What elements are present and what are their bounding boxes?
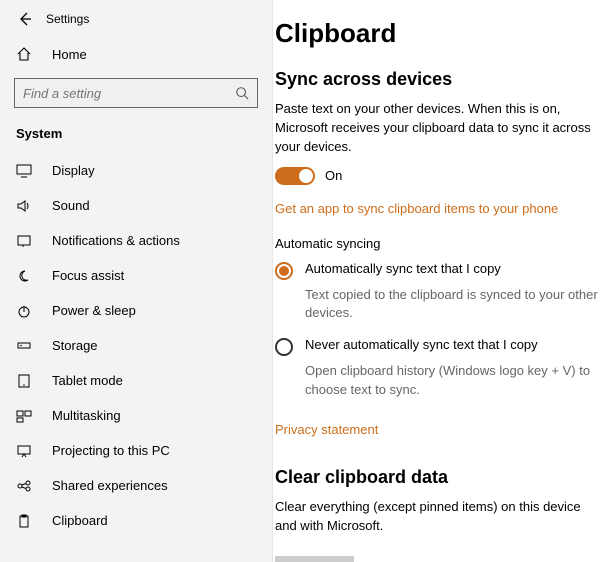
radio-label: Never automatically sync text that I cop… (305, 337, 600, 352)
tablet-icon (16, 374, 36, 388)
privacy-link[interactable]: Privacy statement (275, 422, 378, 437)
clear-heading: Clear clipboard data (275, 467, 600, 488)
sidebar-item-storage[interactable]: Storage (0, 328, 272, 363)
sidebar-item-label: Multitasking (52, 408, 121, 423)
main-content: Clipboard Sync across devices Paste text… (273, 0, 600, 562)
clear-button[interactable]: Clear (275, 556, 354, 562)
sidebar-item-display[interactable]: Display (0, 153, 272, 188)
page-title: Clipboard (275, 18, 600, 49)
search-icon (235, 86, 249, 100)
sidebar-item-notifications[interactable]: Notifications & actions (0, 223, 272, 258)
sidebar-item-label: Projecting to this PC (52, 443, 170, 458)
sync-toggle[interactable] (275, 167, 315, 185)
sidebar-item-label: Tablet mode (52, 373, 123, 388)
display-icon (16, 164, 36, 178)
projecting-icon (16, 444, 36, 458)
multitasking-icon (16, 409, 36, 423)
sidebar-item-clipboard[interactable]: Clipboard (0, 503, 272, 538)
sidebar-item-label: Power & sleep (52, 303, 136, 318)
sidebar-item-label: Sound (52, 198, 90, 213)
auto-sync-radio-group: Automatically sync text that I copy Text… (275, 261, 600, 400)
radio-desc: Text copied to the clipboard is synced t… (305, 286, 600, 324)
sidebar-item-label: Storage (52, 338, 98, 353)
radio-indicator (275, 338, 293, 356)
home-icon (16, 46, 36, 62)
sidebar-item-power-sleep[interactable]: Power & sleep (0, 293, 272, 328)
radio-never-sync[interactable]: Never automatically sync text that I cop… (275, 337, 600, 356)
search-input[interactable] (23, 86, 235, 101)
auto-sync-subheading: Automatic syncing (275, 236, 600, 251)
sidebar-item-label: Home (52, 47, 87, 62)
title-bar: Settings (0, 6, 272, 36)
clipboard-icon (16, 514, 36, 528)
sync-description: Paste text on your other devices. When t… (275, 100, 600, 157)
sidebar-item-sound[interactable]: Sound (0, 188, 272, 223)
sound-icon (16, 199, 36, 213)
sidebar-item-label: Clipboard (52, 513, 108, 528)
sidebar-item-multitasking[interactable]: Multitasking (0, 398, 272, 433)
sidebar-item-focus-assist[interactable]: Focus assist (0, 258, 272, 293)
sidebar-item-projecting[interactable]: Projecting to this PC (0, 433, 272, 468)
arrow-left-icon (17, 11, 33, 27)
sidebar-item-label: Shared experiences (52, 478, 168, 493)
radio-desc: Open clipboard history (Windows logo key… (305, 362, 600, 400)
radio-label: Automatically sync text that I copy (305, 261, 600, 276)
back-button[interactable] (16, 10, 34, 28)
sidebar-item-label: Display (52, 163, 95, 178)
radio-auto-sync[interactable]: Automatically sync text that I copy (275, 261, 600, 280)
sidebar: Settings Home System Display Sound Notif… (0, 0, 273, 562)
app-title: Settings (46, 12, 89, 26)
radio-indicator (275, 262, 293, 280)
sync-toggle-label: On (325, 168, 342, 183)
clear-description: Clear everything (except pinned items) o… (275, 498, 600, 536)
search-box[interactable] (14, 78, 258, 108)
get-app-link[interactable]: Get an app to sync clipboard items to yo… (275, 201, 558, 216)
notifications-icon (16, 234, 36, 248)
sync-heading: Sync across devices (275, 69, 600, 90)
sidebar-item-shared-experiences[interactable]: Shared experiences (0, 468, 272, 503)
power-icon (16, 304, 36, 318)
moon-icon (16, 269, 36, 283)
shared-icon (16, 479, 36, 493)
sync-toggle-row: On (275, 167, 600, 185)
sidebar-section-label: System (0, 122, 272, 153)
sidebar-item-tablet-mode[interactable]: Tablet mode (0, 363, 272, 398)
sidebar-item-label: Focus assist (52, 268, 124, 283)
sidebar-item-label: Notifications & actions (52, 233, 180, 248)
storage-icon (16, 339, 36, 353)
sidebar-item-home[interactable]: Home (0, 36, 272, 72)
